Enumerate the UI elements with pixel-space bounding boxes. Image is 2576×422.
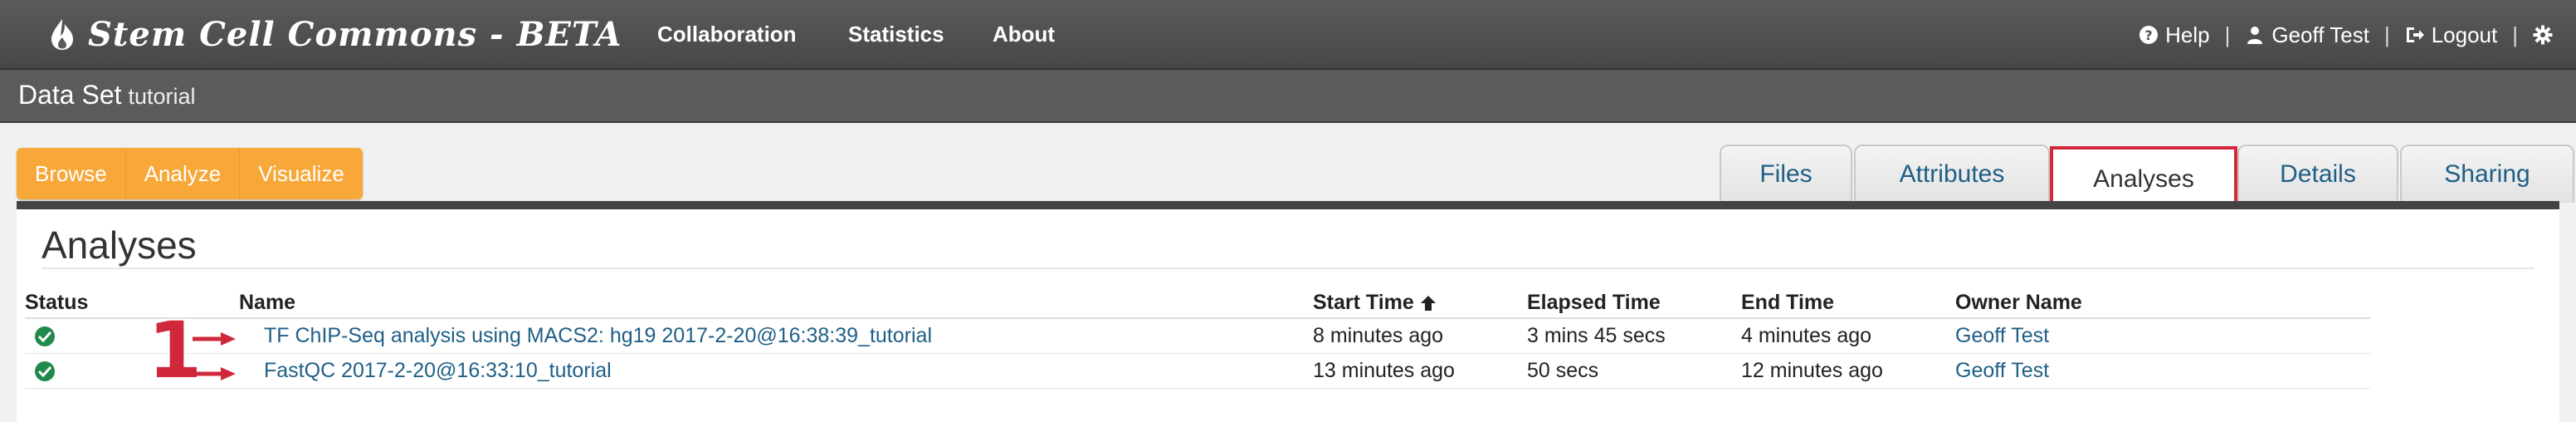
owner-cell: Geoff Test bbox=[1955, 353, 2370, 389]
question-circle-icon: ? bbox=[2139, 26, 2159, 44]
tab-attributes[interactable]: Attributes bbox=[1854, 145, 2050, 203]
analysis-link[interactable]: FastQC 2017-2-20@16:33:10_tutorial bbox=[264, 359, 612, 382]
owner-link[interactable]: Geoff Test bbox=[1955, 324, 2049, 347]
tab-analyses[interactable]: Analyses bbox=[2050, 146, 2237, 211]
analyses-table: Status Name Start Time Elapsed Time End … bbox=[25, 287, 2370, 389]
dataset-name: tutorial bbox=[128, 84, 196, 109]
column-header-name[interactable]: Name bbox=[239, 287, 1313, 319]
nav-collaboration[interactable]: Collaboration bbox=[657, 22, 797, 47]
svg-text:?: ? bbox=[2144, 27, 2152, 43]
table-row: TF ChIP-Seq analysis using MACS2: hg19 2… bbox=[25, 318, 2370, 354]
column-header-start-time[interactable]: Start Time bbox=[1313, 287, 1527, 319]
tab-details[interactable]: Details bbox=[2237, 145, 2398, 203]
column-header-owner-name[interactable]: Owner Name bbox=[1955, 287, 2370, 319]
column-label: Name bbox=[239, 290, 296, 314]
column-header-elapsed-time[interactable]: Elapsed Time bbox=[1527, 287, 1741, 319]
name-cell: TF ChIP-Seq analysis using MACS2: hg19 2… bbox=[239, 318, 1313, 354]
name-cell: FastQC 2017-2-20@16:33:10_tutorial bbox=[239, 353, 1313, 389]
help-label: Help bbox=[2165, 22, 2210, 47]
annotation-arrow-icon bbox=[193, 367, 236, 380]
sign-out-icon bbox=[2406, 27, 2424, 42]
user-link[interactable]: Geoff Test bbox=[2245, 22, 2369, 48]
annotation-arrow-icon bbox=[193, 332, 236, 346]
nav-user-menu: ? Help | Geoff Test | Logout | bbox=[2139, 18, 2553, 52]
column-label: Owner Name bbox=[1955, 290, 2082, 314]
dataset-label: Data Set bbox=[18, 80, 122, 110]
success-check-icon bbox=[35, 361, 55, 382]
help-link[interactable]: ? Help bbox=[2139, 22, 2210, 48]
dataset-action-buttons: Browse Analyze Visualize bbox=[17, 148, 363, 199]
column-header-status[interactable]: Status bbox=[25, 287, 239, 319]
brand-name: Stem Cell Commons - BETA bbox=[88, 14, 622, 54]
panel-heading: Analyses bbox=[41, 223, 197, 267]
divider: | bbox=[2512, 22, 2518, 47]
analysis-link[interactable]: TF ChIP-Seq analysis using MACS2: hg19 2… bbox=[264, 324, 932, 347]
column-label: Elapsed Time bbox=[1527, 290, 1661, 314]
divider: | bbox=[2224, 22, 2231, 47]
column-label: Status bbox=[25, 290, 89, 314]
table-header-row: Status Name Start Time Elapsed Time End … bbox=[25, 287, 2370, 319]
tab-files[interactable]: Files bbox=[1720, 145, 1852, 203]
visualize-button[interactable]: Visualize bbox=[240, 148, 363, 199]
gear-icon bbox=[2533, 25, 2553, 45]
page-title: Data Set tutorial bbox=[18, 80, 196, 110]
column-label: Start Time bbox=[1313, 290, 1414, 314]
nav-statistics[interactable]: Statistics bbox=[848, 22, 944, 47]
sort-ascending-icon bbox=[1420, 295, 1436, 311]
start-time-cell: 8 minutes ago bbox=[1313, 318, 1527, 354]
owner-link[interactable]: Geoff Test bbox=[1955, 359, 2049, 382]
elapsed-time-cell: 3 mins 45 secs bbox=[1527, 318, 1741, 354]
user-name: Geoff Test bbox=[2271, 22, 2369, 47]
logout-label: Logout bbox=[2431, 22, 2498, 47]
owner-cell: Geoff Test bbox=[1955, 318, 2370, 354]
analyses-panel: Analyses Status Name Start Time Elapsed … bbox=[17, 209, 2559, 422]
elapsed-time-cell: 50 secs bbox=[1527, 353, 1741, 389]
divider: | bbox=[2383, 22, 2390, 47]
analyze-button[interactable]: Analyze bbox=[125, 148, 241, 199]
settings-button[interactable] bbox=[2533, 25, 2553, 45]
end-time-cell: 12 minutes ago bbox=[1741, 353, 1955, 389]
flame-logo-icon bbox=[51, 19, 73, 50]
logout-link[interactable]: Logout bbox=[2405, 22, 2498, 48]
user-icon bbox=[2247, 27, 2263, 44]
column-header-end-time[interactable]: End Time bbox=[1741, 287, 1955, 319]
dataset-header: Data Set tutorial bbox=[0, 70, 2576, 123]
start-time-cell: 13 minutes ago bbox=[1313, 353, 1527, 389]
success-check-icon bbox=[35, 326, 55, 347]
tab-sharing[interactable]: Sharing bbox=[2400, 145, 2574, 203]
nav-about[interactable]: About bbox=[993, 22, 1055, 47]
browse-button[interactable]: Browse bbox=[17, 148, 126, 199]
end-time-cell: 4 minutes ago bbox=[1741, 318, 1955, 354]
table-row: FastQC 2017-2-20@16:33:10_tutorial 13 mi… bbox=[25, 353, 2370, 389]
brand[interactable]: Stem Cell Commons - BETA bbox=[48, 12, 622, 56]
column-label: End Time bbox=[1741, 290, 1835, 314]
divider bbox=[41, 267, 2535, 269]
top-nav: Stem Cell Commons - BETA Collaboration S… bbox=[0, 0, 2576, 70]
panel-top-bar bbox=[17, 201, 2559, 209]
